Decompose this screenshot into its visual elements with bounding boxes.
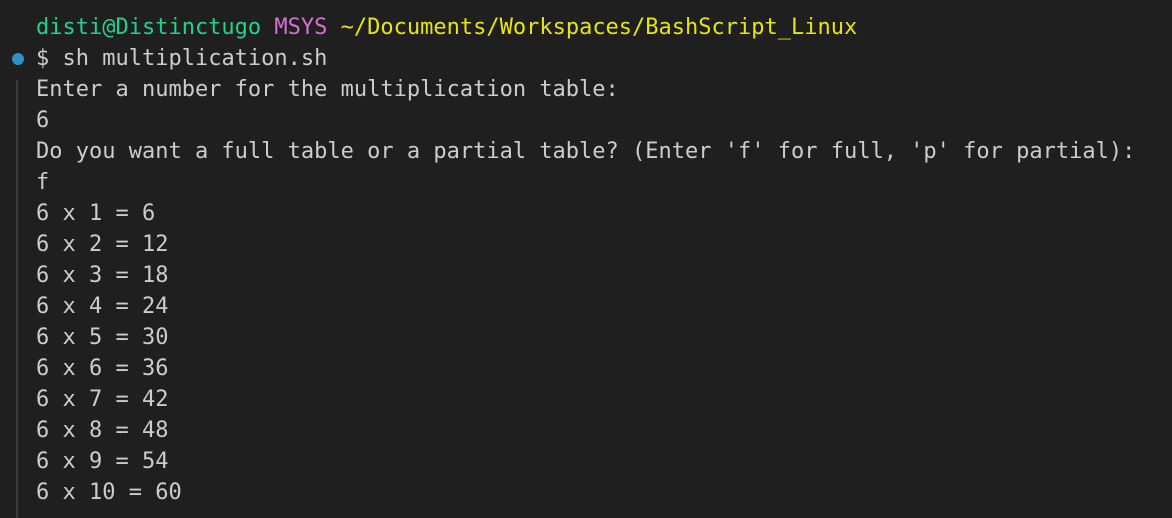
prompt-line: disti@Distinctugo MSYS ~/Documents/Works…	[36, 12, 1135, 43]
prompt-system: MSYS	[274, 15, 328, 40]
output-line: 6 x 7 = 42	[36, 387, 169, 412]
output-line: 6 x 4 = 24	[36, 294, 169, 319]
output-line: 6 x 2 = 12	[36, 232, 169, 257]
output-line: 6 x 9 = 54	[36, 449, 169, 474]
output-line: 6	[36, 108, 50, 133]
output-line: 6 x 6 = 36	[36, 356, 169, 381]
prompt-user-host: disti@Distinctugo	[36, 15, 262, 40]
command-text: sh multiplication.sh	[62, 46, 328, 71]
output-line: 6 x 8 = 48	[36, 418, 169, 443]
command-status-dot-icon[interactable]	[12, 53, 24, 65]
output-line: f	[36, 170, 50, 195]
output-line: 6 x 5 = 30	[36, 325, 169, 350]
command-decoration-gutter	[0, 0, 28, 518]
output-line: 6 x 1 = 6	[36, 201, 156, 226]
terminal-lines: disti@Distinctugo MSYS ~/Documents/Works…	[36, 12, 1135, 508]
command-line: $ sh multiplication.sh	[36, 43, 1135, 74]
output-line: 6 x 3 = 18	[36, 263, 169, 288]
output-line: 6 x 10 = 60	[36, 480, 182, 505]
prompt-symbol: $	[36, 46, 63, 71]
prompt-path: ~/Documents/Workspaces/BashScript_Linux	[340, 15, 858, 40]
terminal-panel[interactable]: disti@Distinctugo MSYS ~/Documents/Works…	[0, 0, 1172, 518]
output-line: Enter a number for the multiplication ta…	[36, 77, 619, 102]
command-output-bar	[16, 80, 18, 518]
output-line: Do you want a full table or a partial ta…	[36, 139, 1136, 164]
